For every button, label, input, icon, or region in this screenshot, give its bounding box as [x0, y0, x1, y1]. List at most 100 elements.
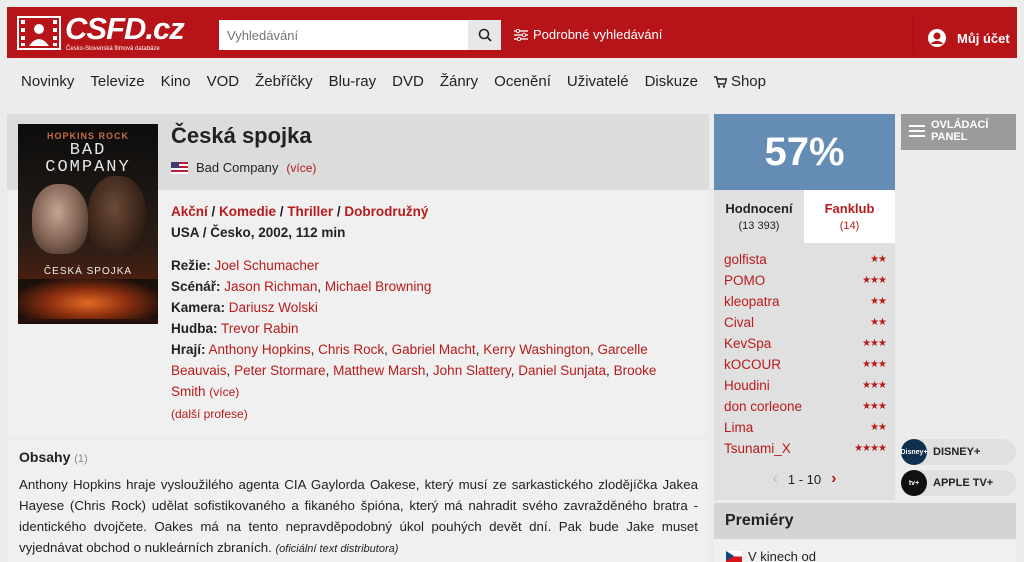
crew-row-cast: Hrají: Anthony Hopkins, Chris Rock, Gabr… [171, 342, 657, 399]
nav-item-televize[interactable]: Televize [90, 73, 144, 90]
search-button[interactable] [468, 20, 501, 50]
user-link[interactable]: Tsunami_X [724, 441, 791, 456]
rating-row: golfista ★★ [724, 252, 887, 267]
person-link[interactable]: John Slattery [433, 363, 511, 378]
user-link[interactable]: golfista [724, 252, 767, 267]
poster-face-left [32, 184, 88, 254]
more-cast-link[interactable]: (více) [209, 385, 239, 399]
user-link[interactable]: KevSpa [724, 336, 771, 351]
crew-label: Hudba: [171, 321, 218, 336]
person-link[interactable]: Dariusz Wolski [229, 300, 318, 315]
original-title-row: Bad Company (více) [171, 160, 316, 175]
chevron-right-icon[interactable]: › [831, 470, 836, 488]
user-link[interactable]: Houdini [724, 378, 770, 393]
genre-link[interactable]: Komedie [219, 204, 276, 219]
more-titles-link[interactable]: (více) [286, 161, 316, 175]
film-poster[interactable]: HOPKINS ROCK BAD COMPANY ČESKÁ SPOJKA [18, 124, 158, 324]
film-origin: USA / Česko, 2002, 112 min [171, 225, 346, 240]
original-title: Bad Company [196, 160, 279, 175]
search-input[interactable] [219, 20, 468, 50]
rating-row: KevSpa ★★★ [724, 336, 887, 351]
other-roles-row: (další profese) [171, 403, 691, 425]
nav-item-bluray[interactable]: Blu-ray [329, 73, 377, 90]
stream-disney[interactable]: Disney+ DISNEY+ [900, 439, 1016, 465]
account-button[interactable]: Můj účet [927, 28, 1010, 48]
person-link[interactable]: Michael Browning [325, 279, 432, 294]
tab-ratings-label: Hodnocení [725, 201, 793, 216]
crew-list: Režie: Joel Schumacher Scénář: Jason Ric… [171, 255, 691, 425]
nav-item-vod[interactable]: VOD [207, 73, 240, 90]
crew-row-music: Hudba: Trevor Rabin [171, 318, 691, 339]
nav-item-zanry[interactable]: Žánry [440, 73, 478, 90]
genre-link[interactable]: Dobrodružný [344, 204, 428, 219]
control-panel-button[interactable]: OVLÁDACÍ PANEL [901, 114, 1016, 150]
other-roles-link[interactable]: (další profese) [171, 407, 248, 421]
nav-item-shop[interactable]: Shop [713, 73, 766, 90]
premiere-row: V kinech od [726, 549, 816, 562]
tab-ratings[interactable]: Hodnocení (13 393) [714, 190, 804, 243]
user-link[interactable]: kleopatra [724, 294, 780, 309]
person-link[interactable]: Joel Schumacher [215, 258, 319, 273]
plot-source: (oficiální text distributora) [275, 543, 399, 555]
crew-row-camera: Kamera: Dariusz Wolski [171, 297, 691, 318]
nav-item-kino[interactable]: Kino [161, 73, 191, 90]
person-link[interactable]: Matthew Marsh [333, 363, 425, 378]
user-link[interactable]: kOCOUR [724, 357, 781, 372]
person-link[interactable]: Daniel Sunjata [518, 363, 606, 378]
nav-item-oceneni[interactable]: Ocenění [494, 73, 551, 90]
search-box [219, 20, 501, 50]
account-label: Můj účet [957, 30, 1010, 46]
nav-item-shop-label: Shop [730, 73, 766, 90]
stars-rating: ★★★ [862, 338, 887, 349]
user-link[interactable]: don corleone [724, 399, 802, 414]
user-link[interactable]: Lima [724, 420, 753, 435]
tab-fanclub[interactable]: Fanklub (14) [804, 190, 895, 243]
film-reel-logo-icon [17, 16, 61, 50]
stream-appletv[interactable]: tv+ APPLE TV+ [901, 470, 1016, 496]
person-link[interactable]: Jason Richman [224, 279, 317, 294]
premiere-label: V kinech od [748, 549, 816, 562]
person-link[interactable]: Chris Rock [318, 342, 384, 357]
stars-rating: ★★★ [862, 359, 887, 370]
person-link[interactable]: Peter Stormare [234, 363, 326, 378]
person-link[interactable]: Kerry Washington [483, 342, 590, 357]
site-logo[interactable]: CSFD.cz Česko-Slovenská filmová databáze [17, 11, 185, 54]
tab-fanclub-label: Fanklub [824, 201, 875, 216]
search-icon [478, 28, 492, 42]
chevron-left-icon[interactable]: ‹ [773, 470, 778, 488]
user-link[interactable]: POMO [724, 273, 765, 288]
person-link[interactable]: Gabriel Macht [392, 342, 476, 357]
nav-item-diskuze[interactable]: Diskuze [645, 73, 698, 90]
premieres-heading: Premiéry [714, 503, 1016, 539]
cart-icon [713, 75, 727, 88]
rating-row: Houdini ★★★ [724, 378, 887, 393]
person-link[interactable]: Anthony Hopkins [209, 342, 311, 357]
pager-range: 1 - 10 [787, 471, 822, 487]
nav-item-dvd[interactable]: DVD [392, 73, 424, 90]
film-title: Česká spojka [171, 123, 312, 148]
poster-explosion [18, 279, 158, 319]
header-divider [913, 14, 914, 54]
menu-lines-icon [909, 125, 925, 137]
person-link[interactable]: Trevor Rabin [221, 321, 299, 336]
crew-row-writing: Scénář: Jason Richman, Michael Browning [171, 279, 432, 294]
genre-link[interactable]: Thriller [287, 204, 333, 219]
rating-row: Cival ★★ [724, 315, 887, 330]
stars-rating: ★★★ [862, 380, 887, 391]
crew-label: Scénář: [171, 279, 221, 294]
advanced-search-link[interactable]: Podrobné vyhledávání [514, 27, 662, 42]
disney-plus-icon: Disney+ [900, 439, 928, 465]
poster-title-line2: COMPANY [45, 158, 131, 177]
control-panel-label-2: PANEL [931, 131, 968, 143]
crew-label: Hrají: [171, 342, 206, 357]
nav-item-uzivatele[interactable]: Uživatelé [567, 73, 629, 90]
poster-face-right [88, 176, 146, 256]
stars-rating: ★★ [870, 422, 887, 433]
genre-link[interactable]: Akční [171, 204, 208, 219]
tab-fanclub-count: (14) [839, 220, 860, 232]
stars-rating: ★★★ [862, 401, 887, 412]
advanced-search-label: Podrobné vyhledávání [533, 27, 663, 42]
user-link[interactable]: Cival [724, 315, 754, 330]
nav-item-novinky[interactable]: Novinky [21, 73, 74, 90]
nav-item-zebricky[interactable]: Žebříčky [255, 73, 313, 90]
